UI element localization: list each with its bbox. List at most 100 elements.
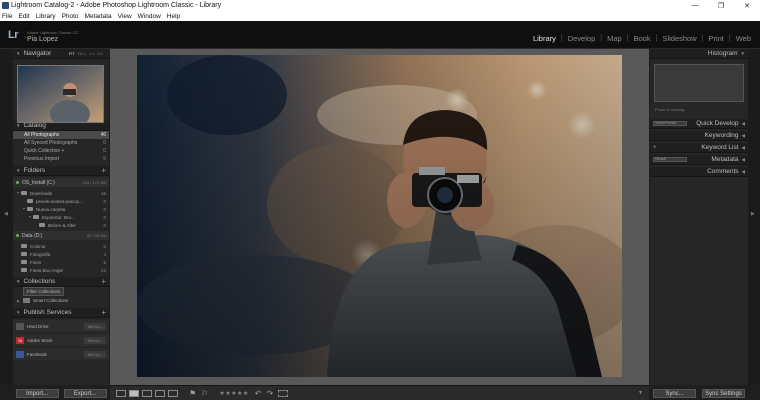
- comments-header[interactable]: Comments ◀: [650, 167, 748, 177]
- collections-header[interactable]: ▼ Collections +: [13, 277, 109, 287]
- menu-help[interactable]: Help: [167, 13, 180, 20]
- right-panel-edge[interactable]: ▶: [748, 49, 760, 385]
- zoom-1-1[interactable]: 1:1: [89, 51, 95, 56]
- collapse-triangle-icon[interactable]: ▼: [16, 310, 20, 315]
- zoom-fill[interactable]: FILL: [78, 51, 86, 56]
- compare-view-icon[interactable]: [142, 389, 152, 397]
- folder-row[interactable]: Fotos 5: [13, 258, 109, 266]
- module-develop[interactable]: Develop: [563, 34, 601, 43]
- catalog-item-previous-import[interactable]: Previous Import 5: [13, 155, 109, 163]
- catalog-item-count: 0: [103, 140, 106, 146]
- menu-view[interactable]: View: [118, 13, 132, 20]
- volume-c[interactable]: OS_Install (C:) 133 / 171 GB: [13, 178, 109, 187]
- export-button[interactable]: Export...: [63, 388, 107, 398]
- expand-triangle-icon[interactable]: ◀: [742, 145, 745, 151]
- loupe-view-icon[interactable]: [129, 389, 139, 397]
- collapse-triangle-icon[interactable]: ▼: [16, 279, 20, 284]
- service-hard-drive[interactable]: Hard Drive Set Up...: [13, 320, 109, 332]
- folder-row[interactable]: Fotos Boo Angie 22: [13, 266, 109, 274]
- setup-button[interactable]: Set Up...: [84, 350, 106, 358]
- metadata-header[interactable]: Default Metadata ◀: [650, 155, 748, 165]
- star-rating[interactable]: ★★★★★: [219, 390, 248, 397]
- module-slideshow[interactable]: Slideshow: [657, 34, 701, 43]
- setup-button[interactable]: Set Up...: [84, 322, 106, 330]
- folder-row[interactable]: ▼ Expoertar: Bro... 0: [13, 213, 109, 221]
- folder-row[interactable]: pexels-andrea-piacqu... 0: [13, 197, 109, 205]
- catalog-item-count: 46: [100, 132, 106, 138]
- zoom-3-1[interactable]: 3:1: [97, 51, 103, 56]
- expand-triangle-icon[interactable]: ◀: [742, 121, 745, 127]
- sync-button[interactable]: Sync...: [653, 388, 696, 398]
- add-collection-icon[interactable]: +: [101, 277, 106, 286]
- collapse-left-arrow-icon[interactable]: ◀: [4, 211, 8, 217]
- collapse-triangle-icon[interactable]: ▼: [741, 51, 745, 56]
- menu-library[interactable]: Library: [36, 13, 56, 20]
- module-print[interactable]: Print: [703, 34, 728, 43]
- collapse-triangle-icon[interactable]: ▼: [16, 168, 20, 173]
- volume-d[interactable]: Data (D:) 52 / 99 GB: [13, 231, 109, 240]
- flag-reject-icon[interactable]: ⚐: [201, 389, 208, 398]
- grid-view-icon[interactable]: [116, 389, 126, 397]
- people-view-icon[interactable]: [168, 389, 178, 397]
- histogram-header[interactable]: Histogram ▼: [650, 49, 748, 59]
- quick-develop-header[interactable]: Saved Preset Quick Develop ◀: [650, 119, 748, 129]
- keywording-header[interactable]: Keywording ◀: [650, 131, 748, 141]
- service-facebook[interactable]: Facebook Set Up...: [13, 348, 109, 360]
- rotate-right-icon[interactable]: ↷: [266, 389, 273, 398]
- collection-smart[interactable]: ▶ Smart Collections: [13, 296, 109, 305]
- menu-metadata[interactable]: Metadata: [85, 13, 112, 20]
- collapse-triangle-icon[interactable]: ▼: [16, 123, 20, 128]
- folder-row[interactable]: Colonia 0: [13, 242, 109, 250]
- folders-header[interactable]: ▼ Folders +: [13, 166, 109, 176]
- publish-services-header[interactable]: ▼ Publish Services +: [13, 308, 109, 318]
- right-panel: Histogram ▼ Photo is missing Saved Prese…: [650, 49, 748, 385]
- histogram-display[interactable]: [654, 64, 744, 102]
- expand-triangle-icon[interactable]: ◀: [742, 133, 745, 139]
- add-keyword-icon[interactable]: +: [653, 145, 657, 151]
- service-adobe-stock[interactable]: St Adobe Stock Set Up...: [13, 334, 109, 346]
- module-web[interactable]: Web: [731, 34, 756, 43]
- maximize-button[interactable]: ❐: [708, 2, 734, 10]
- module-map[interactable]: Map: [602, 34, 627, 43]
- window-title: Lightroom Catalog-2 - Adobe Photoshop Li…: [11, 2, 222, 9]
- keyword-list-header[interactable]: + Keyword List ◀: [650, 143, 748, 153]
- folder-row[interactable]: ▼ Nueva carpeta 0: [13, 205, 109, 213]
- import-button[interactable]: Import...: [15, 388, 59, 398]
- toolbar-options-icon[interactable]: ▼: [638, 390, 643, 396]
- flag-pick-icon[interactable]: ⚑: [189, 389, 196, 398]
- rotate-left-icon[interactable]: ↶: [255, 389, 262, 398]
- folder-row[interactable]: Before & After 0: [13, 221, 109, 229]
- collection-filter[interactable]: Filter Collections: [13, 287, 109, 296]
- collapse-triangle-icon[interactable]: ▼: [16, 51, 20, 56]
- catalog-item-all-photographs[interactable]: All Photographs 46: [13, 131, 109, 139]
- metadata-preset-select[interactable]: Default: [653, 157, 687, 162]
- add-service-icon[interactable]: +: [101, 308, 106, 317]
- setup-button[interactable]: Set Up...: [84, 336, 106, 344]
- left-panel-edge[interactable]: ◀: [0, 49, 13, 385]
- folder-row[interactable]: Fotografia 4: [13, 250, 109, 258]
- main-photo[interactable]: [137, 55, 622, 377]
- minimize-button[interactable]: —: [682, 2, 708, 9]
- navigator-thumbnail[interactable]: [17, 65, 104, 123]
- catalog-item-all-synced[interactable]: All Synced Photographs 0: [13, 139, 109, 147]
- sync-settings-button[interactable]: Sync Settings: [702, 388, 745, 398]
- expand-triangle-icon[interactable]: ◀: [742, 169, 745, 175]
- zoom-fit[interactable]: FIT: [69, 51, 75, 56]
- survey-view-icon[interactable]: [155, 389, 165, 397]
- menu-photo[interactable]: Photo: [62, 13, 79, 20]
- module-library[interactable]: Library: [528, 34, 561, 43]
- crop-overlay-icon[interactable]: [278, 389, 289, 397]
- catalog-item-quick-collection[interactable]: Quick Collection + 0: [13, 147, 109, 155]
- navigator-header[interactable]: ▼ Navigator FIT FILL 1:1 3:1: [13, 49, 109, 59]
- expand-triangle-icon[interactable]: ◀: [742, 157, 745, 163]
- menu-file[interactable]: File: [2, 13, 12, 20]
- close-button[interactable]: ✕: [734, 2, 760, 10]
- folder-row[interactable]: ▼ Downloads 15: [13, 189, 109, 197]
- menu-edit[interactable]: Edit: [18, 13, 29, 20]
- collapse-right-arrow-icon[interactable]: ▶: [751, 211, 755, 217]
- module-book[interactable]: Book: [629, 34, 656, 43]
- saved-preset-select[interactable]: Saved Preset: [653, 121, 687, 126]
- filter-collections-label[interactable]: Filter Collections: [23, 287, 65, 296]
- menu-window[interactable]: Window: [138, 13, 161, 20]
- add-folder-icon[interactable]: +: [101, 166, 106, 175]
